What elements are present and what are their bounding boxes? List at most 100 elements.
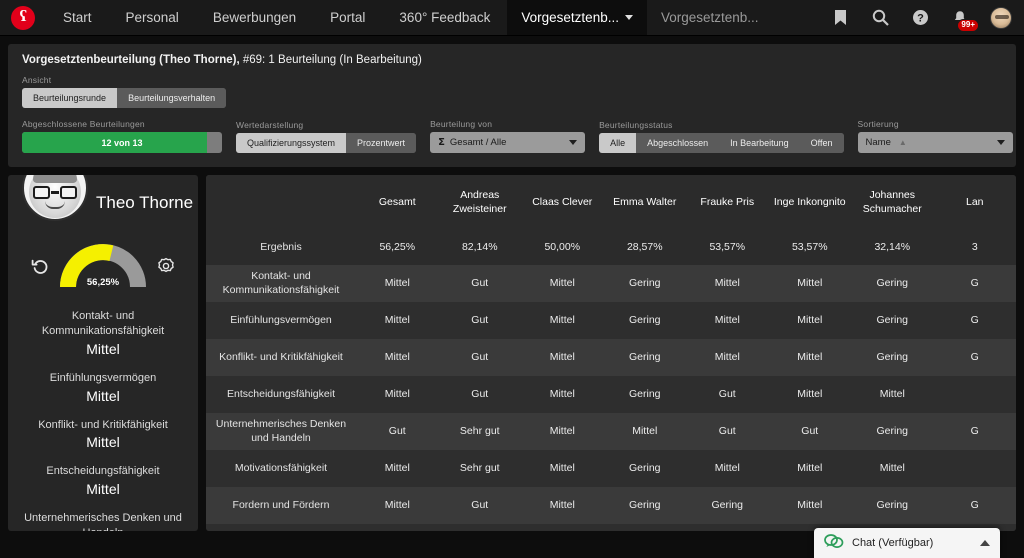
cell: Mittel — [632, 424, 658, 437]
cell: Mittel — [797, 350, 823, 363]
beurteilungsstatus-label: Beurteilungsstatus — [599, 120, 673, 130]
table-header-row: Gesamt Andreas Zweisteiner Claas Clever … — [206, 175, 1016, 231]
sortierung-field: Sortierung Name ▲ — [857, 119, 1013, 153]
cell: Mittel — [797, 498, 823, 511]
table-body: Ergebnis 56,25% 82,14% 50,00% 28,57% 53,… — [206, 231, 1016, 531]
filter-controls-row: Abgeschlossene Beurteilungen 12 von 13 W… — [22, 119, 1013, 153]
tab-vorgesetztenbeurteilung-secondary[interactable]: Vorgesetztenb... — [647, 0, 773, 35]
cell: Sehr gut — [459, 424, 500, 437]
ansicht-field: Ansicht Beurteilungsrunde Beurteilungsve… — [22, 75, 1002, 108]
category-name: Einfühlungsvermögen — [49, 371, 157, 384]
cell: Mittel — [384, 276, 410, 289]
abgeschlossene-beurteilungen-field: Abgeschlossene Beurteilungen 12 von 13 — [22, 119, 222, 153]
ansicht-option-beurteilungsrunde[interactable]: Beurteilungsrunde — [22, 88, 118, 108]
column-header-lan-truncated[interactable]: Lan — [933, 175, 1016, 231]
chevron-down-icon[interactable] — [624, 15, 633, 20]
category-value: Mittel — [86, 340, 120, 357]
wertedarstellung-field: Wertedarstellung Qualifizierungssystem P… — [236, 120, 417, 153]
cell: G — [970, 424, 979, 437]
cell: Gering — [876, 498, 908, 511]
column-header-andreas-zweisteiner[interactable]: Andreas Zweisteiner — [438, 175, 521, 231]
cell: - — [439, 524, 522, 531]
status-option-abgeschlossen[interactable]: Abgeschlossen — [636, 133, 720, 153]
column-header-gesamt[interactable]: Gesamt — [356, 175, 439, 231]
cell: 3 — [971, 241, 978, 254]
cell: Gut — [471, 313, 489, 326]
evaluation-table: Gesamt Andreas Zweisteiner Claas Clever … — [206, 175, 1016, 531]
cell: Gut — [718, 424, 736, 437]
column-header-johannes-schumacher[interactable]: Johannes Schumacher — [851, 175, 934, 231]
table-row: Konflikt- und Kritikfähigkeit Mittel Gut… — [206, 339, 1016, 376]
wertedarstellung-option-qualifizierungssystem[interactable]: Qualifizierungssystem — [236, 133, 347, 153]
beurteilung-von-field: Beurteilung von Σ Gesamt / Alle — [430, 119, 586, 153]
beurteilung-von-label: Beurteilung von — [430, 119, 493, 129]
category-name: Kontakt- und Kommunikationsfähigkeit — [41, 310, 165, 337]
gear-icon[interactable] — [156, 256, 176, 276]
column-header-blank — [206, 175, 356, 231]
nav-item-bewerbungen[interactable]: Bewerbungen — [196, 0, 313, 35]
ansicht-option-beurteilungsverhalten[interactable]: Beurteilungsverhalten — [117, 88, 227, 108]
notification-bell-icon[interactable]: 99+ — [950, 8, 979, 32]
cell: - — [356, 524, 439, 531]
beurteilungsstatus-segmented-control: Alle Abgeschlossen In Bearbeitung Offen — [599, 133, 844, 153]
column-header-emma-walter[interactable]: Emma Walter — [603, 175, 686, 231]
category-value: Mittel — [86, 481, 120, 498]
nav-item-start[interactable]: Start — [46, 0, 109, 35]
nav-item-360-feedback[interactable]: 360° Feedback — [382, 0, 507, 35]
cell: Mittel — [797, 276, 823, 289]
cell: Mittel — [549, 498, 575, 511]
chevron-down-icon[interactable] — [569, 140, 578, 145]
beurteilung-von-value: Gesamt / Alle — [449, 137, 507, 148]
cell: Gering — [876, 350, 908, 363]
chevron-down-icon[interactable] — [996, 140, 1005, 145]
nav-item-portal[interactable]: Portal — [313, 0, 382, 35]
row-label: Ergebnis — [260, 241, 302, 254]
search-icon[interactable] — [870, 8, 890, 28]
row-label: Fordern und Fördern — [232, 498, 330, 511]
column-header-inge-inkongnito[interactable]: Inge Inkongnito — [768, 175, 851, 231]
beurteilungsstatus-field: Beurteilungsstatus Alle Abgeschlossen In… — [599, 120, 844, 153]
cell: Mittel — [714, 461, 740, 474]
status-option-in-bearbeitung[interactable]: In Bearbeitung — [719, 133, 800, 153]
undo-icon[interactable] — [30, 256, 50, 276]
cell: Mittel — [384, 313, 410, 326]
top-navigation-bar: ʕ Start Personal Bewerbungen Portal 360°… — [0, 0, 1024, 36]
wertedarstellung-option-prozentwert[interactable]: Prozentwert — [346, 133, 417, 153]
user-avatar[interactable] — [990, 6, 1012, 29]
cell: G — [970, 276, 979, 289]
nav-item-personal[interactable]: Personal — [109, 0, 196, 35]
status-option-offen[interactable]: Offen — [799, 133, 844, 153]
beurteilung-von-select[interactable]: Σ Gesamt / Alle — [430, 132, 586, 153]
page-title-bold: Vorgesetztenbeurteilung (Theo Thorne), — [22, 54, 240, 66]
cell: Mittel — [384, 350, 410, 363]
cell: 53,57% — [709, 241, 746, 254]
nav-item-label: Bewerbungen — [212, 10, 297, 25]
bookmark-icon[interactable] — [830, 8, 850, 28]
row-label: Motivationsfähigkeit — [234, 461, 328, 474]
sortierung-select[interactable]: Name ▲ — [857, 132, 1013, 153]
table-row: Einfühlungsvermögen Mittel Gut Mittel Ge… — [206, 302, 1016, 339]
help-icon[interactable]: ? — [910, 8, 930, 28]
column-header-frauke-pris[interactable]: Frauke Pris — [686, 175, 769, 231]
category-value: Mittel — [86, 387, 120, 404]
ansicht-label: Ansicht — [22, 75, 52, 85]
gauge-value-label: 56,25% — [87, 277, 120, 288]
person-name: Theo Thorne — [96, 193, 194, 212]
table-row: Kontakt- und Kommunikationsfähigkeit Mit… — [206, 265, 1016, 302]
chevron-up-icon[interactable] — [980, 540, 990, 546]
cell: Mittel — [879, 387, 905, 400]
cell: Mittel — [797, 461, 823, 474]
cell: Gering — [711, 498, 743, 511]
cell: 56,25% — [379, 241, 416, 254]
chat-widget[interactable]: Chat (Verfügbar) — [814, 528, 1000, 558]
cell: Gut — [471, 350, 489, 363]
column-header-claas-clever[interactable]: Claas Clever — [521, 175, 604, 231]
category-value: Mittel — [86, 434, 120, 451]
status-option-alle[interactable]: Alle — [599, 133, 637, 153]
app-logo[interactable]: ʕ — [0, 0, 46, 35]
tab-vorgesetztenbeurteilung-active[interactable]: Vorgesetztenb... — [507, 0, 647, 35]
cell: G — [970, 313, 979, 326]
person-avatar — [22, 175, 88, 221]
cell: Mittel — [714, 313, 740, 326]
cell: - — [686, 524, 769, 531]
